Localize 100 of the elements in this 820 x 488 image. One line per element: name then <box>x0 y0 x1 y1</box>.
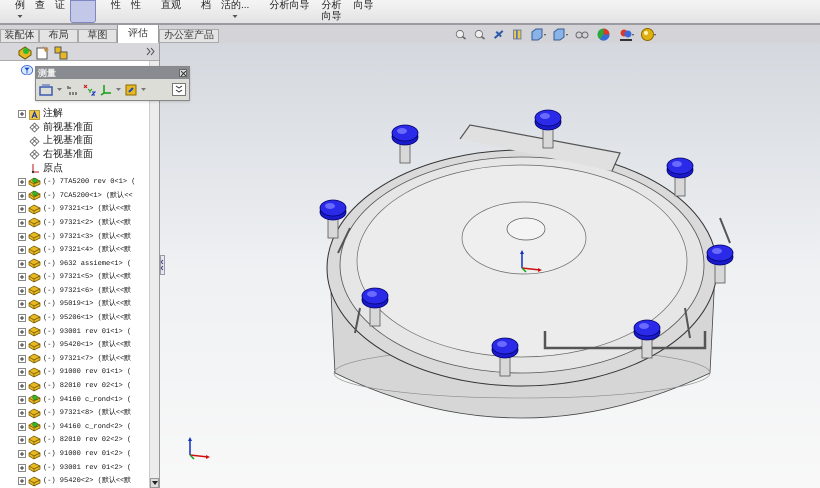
assembly-icon <box>28 421 41 432</box>
tree-item-label[interactable]: 上视基准面 <box>43 135 93 148</box>
part-icon <box>28 298 41 310</box>
command-tab[interactable]: 评估 <box>117 25 159 43</box>
origin-icon <box>29 163 40 174</box>
zoom-area-icon[interactable] <box>474 28 487 41</box>
origin-triad-icon <box>520 250 542 273</box>
ribbon-button[interactable]: 活的... <box>216 0 254 23</box>
expand-toggle[interactable] <box>18 286 26 295</box>
part-icon <box>28 258 41 270</box>
dropdown-caret-icon[interactable] <box>116 88 121 92</box>
scene-icon[interactable] <box>619 28 635 41</box>
part-icon <box>28 380 41 392</box>
expand-toggle[interactable] <box>18 477 26 486</box>
part-icon <box>28 244 41 256</box>
expand-toggle[interactable] <box>18 341 26 350</box>
axes-icon[interactable] <box>100 84 112 96</box>
ribbon-button[interactable]: 直观 <box>156 0 186 23</box>
expand-toggle[interactable] <box>18 260 26 268</box>
command-tab[interactable]: 布局 <box>39 29 78 43</box>
coordinate-triad-icon <box>188 437 210 460</box>
ribbon-button[interactable]: 证 <box>50 0 70 23</box>
expand-toggle[interactable] <box>18 328 26 336</box>
ribbon-button[interactable]: 向导 <box>348 0 378 23</box>
caret-icon <box>232 15 238 19</box>
expand-icon[interactable] <box>172 83 186 96</box>
view-orientation-icon[interactable] <box>531 28 547 41</box>
part-icon <box>28 353 41 364</box>
ribbon-button[interactable]: 性 <box>106 0 126 23</box>
assembly-icon <box>28 190 41 202</box>
realview-icon[interactable] <box>641 28 657 41</box>
expand-toggle[interactable] <box>18 382 26 390</box>
expand-toggle[interactable] <box>18 218 26 227</box>
expand-toggle[interactable] <box>18 110 26 118</box>
expand-toggle[interactable] <box>18 464 26 472</box>
part-icon <box>28 204 41 215</box>
ribbon-button[interactable]: 档 <box>196 0 216 23</box>
assembly-icon <box>28 394 41 406</box>
expand-toggle[interactable] <box>18 396 26 404</box>
filter-icon[interactable] <box>20 65 34 76</box>
splitter-handle[interactable] <box>160 255 165 275</box>
plane-icon <box>29 149 40 160</box>
close-button[interactable] <box>179 69 187 77</box>
part-icon <box>28 312 41 324</box>
measure-title: 测量 <box>38 68 56 78</box>
ribbon-button[interactable]: 分析向导 <box>314 0 348 23</box>
expand-toggle[interactable] <box>18 409 26 418</box>
tree-item-label[interactable]: 右视基准面 <box>43 148 93 161</box>
part-icon <box>28 476 41 487</box>
xyz-icon[interactable] <box>82 84 96 96</box>
tree-item-label[interactable]: 前视基准面 <box>43 122 93 134</box>
expand-toggle[interactable] <box>18 300 26 308</box>
command-tab[interactable]: 装配体 <box>0 29 39 43</box>
zoom-fit-icon[interactable] <box>455 28 468 41</box>
tree-item-label[interactable]: 原点 <box>43 162 63 175</box>
dropdown-caret-icon[interactable] <box>57 88 62 92</box>
ribbon-button[interactable]: 性 <box>126 0 146 23</box>
ribbon-button[interactable]: 查 <box>30 0 50 23</box>
caret-icon <box>18 15 22 19</box>
part-icon <box>28 340 41 351</box>
plane-icon <box>29 136 40 147</box>
expand-toggle[interactable] <box>18 368 26 376</box>
property-tab-icon[interactable] <box>35 45 51 60</box>
expand-toggle[interactable] <box>18 422 26 431</box>
part-icon <box>28 272 41 283</box>
scrollbar[interactable] <box>149 61 159 488</box>
expand-toggle[interactable] <box>18 450 26 458</box>
part-icon <box>28 434 41 446</box>
expand-toggle[interactable] <box>18 273 26 282</box>
expand-panel-icon[interactable] <box>146 47 155 56</box>
ribbon-button[interactable]: 例 <box>10 0 30 23</box>
part-icon <box>28 448 41 460</box>
part-icon <box>28 326 41 338</box>
expand-toggle[interactable] <box>18 178 26 186</box>
part-icon <box>28 231 41 242</box>
part-icon <box>28 217 41 228</box>
feature-tree-tab-icon[interactable] <box>17 45 33 60</box>
ribbon-button[interactable]: 分析向导 <box>264 0 314 23</box>
expand-toggle[interactable] <box>18 192 26 200</box>
expand-toggle[interactable] <box>18 354 26 363</box>
assembly-icon <box>28 176 41 188</box>
dropdown-caret-icon[interactable] <box>141 88 146 92</box>
command-tab[interactable]: 办公室产品 <box>159 29 219 43</box>
annotation-folder-icon <box>29 108 40 120</box>
configuration-tab-icon[interactable] <box>53 45 69 60</box>
expand-toggle[interactable] <box>18 314 26 322</box>
part-icon <box>28 462 41 474</box>
part-icon <box>28 366 41 378</box>
plane-icon <box>29 122 40 134</box>
scroll-down-button[interactable] <box>150 478 159 488</box>
display-style-icon[interactable] <box>553 28 569 41</box>
expand-toggle[interactable] <box>18 205 26 214</box>
expand-toggle[interactable] <box>18 246 26 254</box>
units-icon[interactable] <box>66 84 78 96</box>
tree-item-label[interactable]: 注解 <box>43 108 63 120</box>
part-icon <box>28 408 41 419</box>
part-icon <box>28 285 41 296</box>
expand-toggle[interactable] <box>18 436 26 444</box>
command-tab[interactable]: 草图 <box>78 29 117 43</box>
expand-toggle[interactable] <box>18 232 26 241</box>
